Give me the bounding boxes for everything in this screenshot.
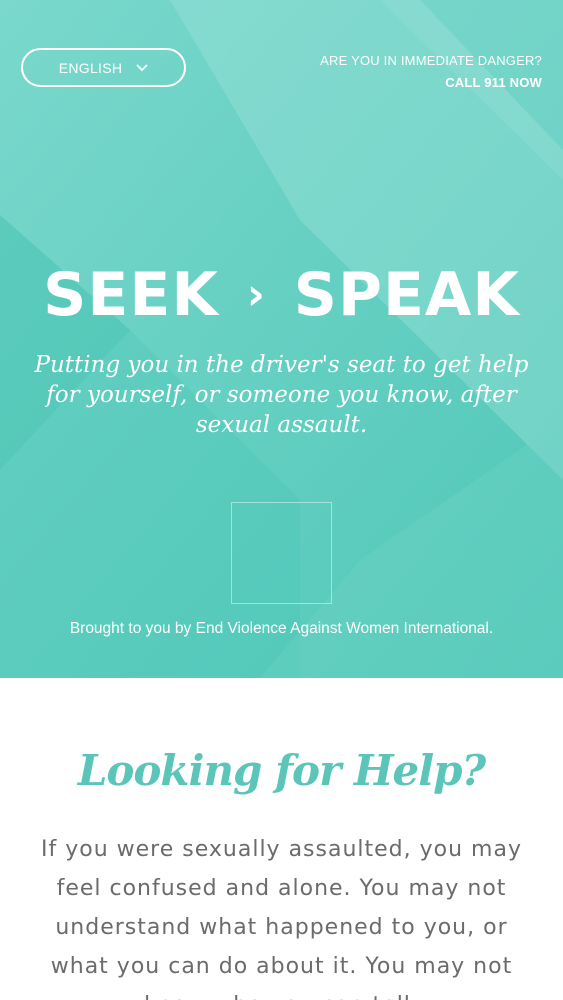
call-911-link[interactable]: CALL 911 NOW (320, 75, 542, 91)
hero-tagline: Putting you in the driver's seat to get … (34, 352, 529, 438)
hero-credit: Brought to you by End Violence Against W… (69, 620, 494, 637)
site-logo[interactable]: SEEK › SPEAK (0, 262, 563, 328)
logo-word-seek: SEEK (43, 260, 219, 330)
help-title: Looking for Help? (77, 746, 486, 795)
language-label: ENGLISH (58, 59, 123, 76)
language-select[interactable]: ENGLISH (21, 48, 186, 87)
hero-section: ENGLISH ARE YOU IN IMMEDIATE DANGER? CAL… (0, 0, 563, 678)
chevron-down-icon (136, 63, 148, 71)
danger-question: ARE YOU IN IMMEDIATE DANGER? (320, 53, 542, 68)
logo-word-speak: SPEAK (293, 260, 520, 330)
emergency-notice: ARE YOU IN IMMEDIATE DANGER? CALL 911 NO… (320, 53, 542, 91)
help-body: If you were sexually assaulted, you may … (41, 837, 522, 1000)
help-section: Looking for Help? If you were sexually a… (0, 678, 563, 1000)
video-placeholder[interactable] (231, 502, 332, 604)
logo-separator: › (246, 269, 266, 320)
